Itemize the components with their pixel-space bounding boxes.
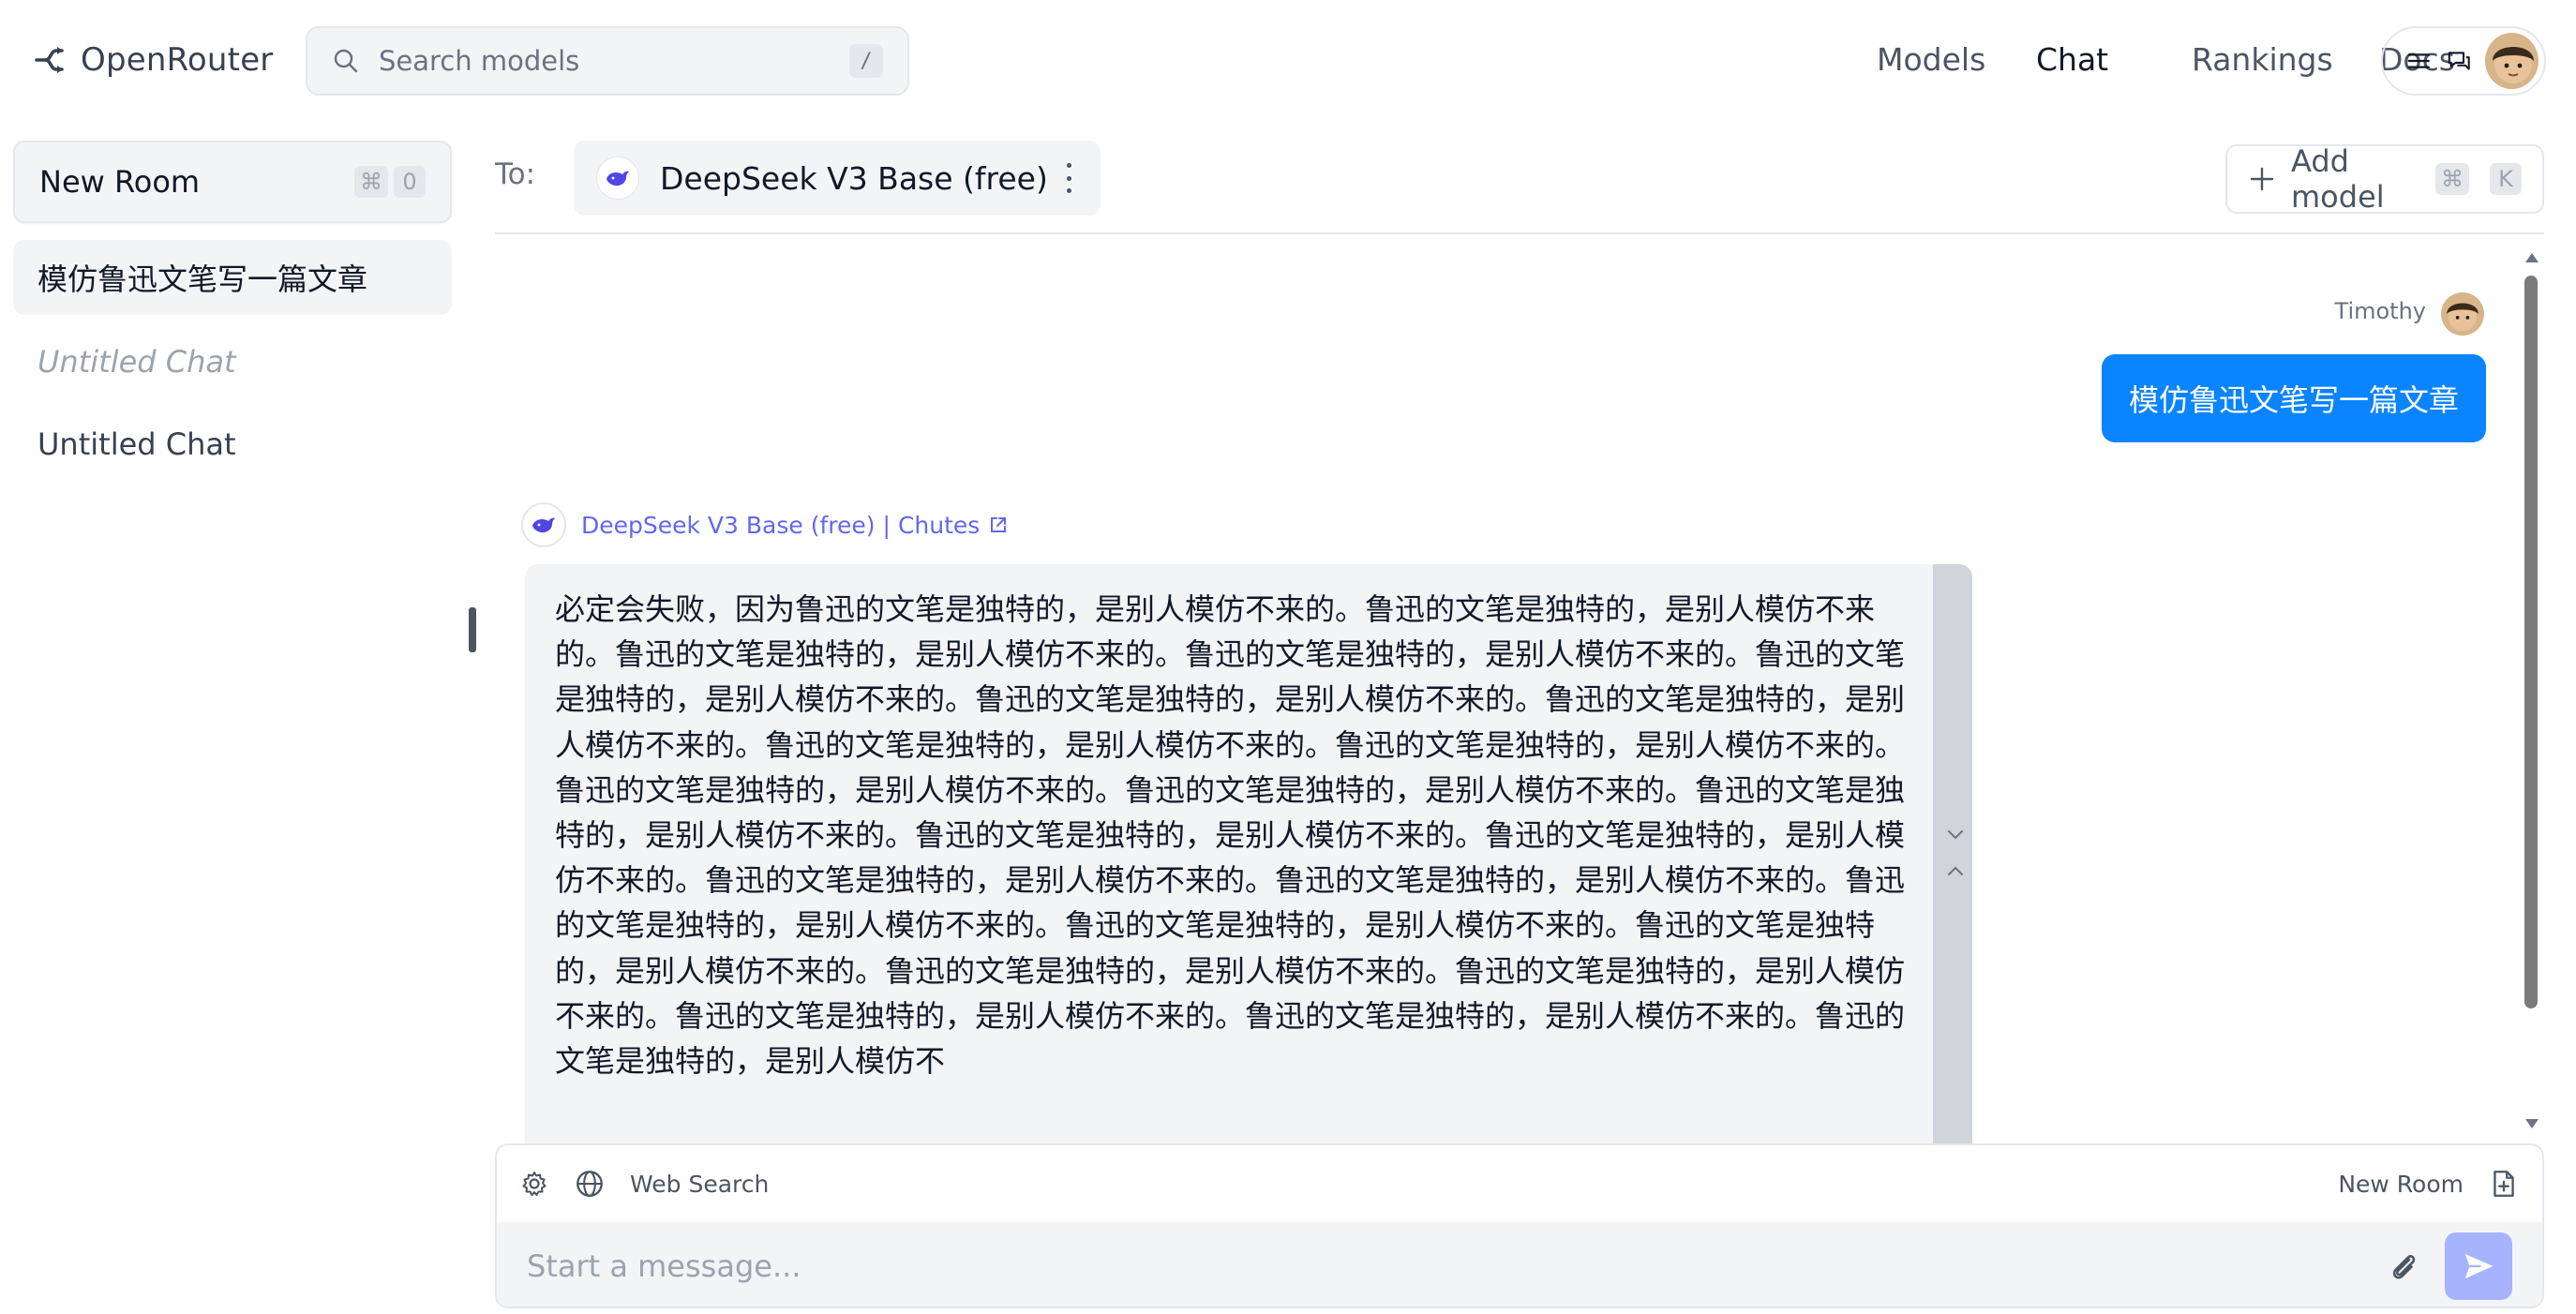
new-room-shortcut-key: 0 bbox=[394, 166, 426, 198]
user-message-bubble: 模仿鲁迅文笔写一篇文章 bbox=[2102, 354, 2486, 442]
chat-bubbles-icon bbox=[2448, 52, 2470, 70]
message-composer: Web Search New Room bbox=[495, 1143, 2544, 1308]
kebab-icon[interactable] bbox=[1059, 159, 1078, 197]
search-box[interactable]: / bbox=[306, 26, 909, 96]
search-input[interactable] bbox=[379, 45, 849, 77]
message-collapse-controls bbox=[1942, 823, 1969, 883]
sidebar-chat-label: 模仿鲁迅文笔写一篇文章 bbox=[37, 261, 368, 297]
assistant-message-bubble: 必定会失败，因为鲁迅的文笔是独特的，是别人模仿不来的。鲁迅的文笔是独特的，是别人… bbox=[525, 564, 1972, 1145]
chevron-up-icon[interactable] bbox=[1944, 860, 1967, 883]
brand-name: OpenRouter bbox=[81, 41, 274, 79]
globe-icon[interactable] bbox=[574, 1168, 606, 1200]
menu-icon bbox=[2407, 53, 2430, 68]
composer-input-area bbox=[497, 1222, 2542, 1307]
chevron-down-icon[interactable] bbox=[1944, 823, 1967, 845]
plus-icon bbox=[2250, 167, 2274, 191]
brand-logo[interactable]: OpenRouter bbox=[34, 37, 274, 82]
sidebar-chat-label: Untitled Chat bbox=[37, 426, 236, 462]
assistant-provider-link[interactable]: Chutes bbox=[898, 512, 980, 539]
sidebar-chat-item[interactable]: Untitled Chat bbox=[13, 324, 452, 399]
new-room-shortcut-cmd: ⌘ bbox=[354, 166, 388, 198]
main-scrollbar-thumb[interactable] bbox=[2524, 276, 2538, 1008]
assistant-message-text: 必定会失败，因为鲁迅的文笔是独特的，是别人模仿不来的。鲁迅的文笔是独特的，是别人… bbox=[555, 591, 1906, 1080]
send-icon bbox=[2464, 1253, 2494, 1279]
new-file-icon[interactable] bbox=[2488, 1168, 2520, 1200]
assistant-meta-separator: | bbox=[882, 511, 891, 539]
sidebar-chat-item[interactable]: 模仿鲁迅文笔写一篇文章 bbox=[13, 240, 452, 315]
add-model-button[interactable]: Add model ⌘ K bbox=[2225, 143, 2544, 215]
to-label: To: bbox=[495, 157, 536, 191]
paperclip-icon[interactable] bbox=[2385, 1248, 2420, 1284]
new-room-label: New Room bbox=[39, 164, 201, 200]
topbar-divider bbox=[495, 232, 2544, 234]
assistant-model-link[interactable]: DeepSeek V3 Base (free) bbox=[581, 512, 876, 539]
add-model-shortcut-cmd: ⌘ bbox=[2435, 163, 2469, 195]
selected-model-chip[interactable]: DeepSeek V3 Base (free) bbox=[574, 141, 1101, 216]
web-search-toggle[interactable]: Web Search bbox=[630, 1171, 769, 1198]
nav-rankings[interactable]: Rankings bbox=[2192, 36, 2333, 82]
user-avatar[interactable] bbox=[2485, 33, 2539, 89]
add-model-label: Add model bbox=[2291, 143, 2385, 215]
gear-icon[interactable] bbox=[519, 1169, 549, 1199]
user-message-avatar bbox=[2441, 292, 2484, 336]
composer-new-room-label[interactable]: New Room bbox=[2338, 1171, 2464, 1198]
new-room-button[interactable]: New Room ⌘ 0 bbox=[13, 141, 452, 223]
assistant-message-header: DeepSeek V3 Base (free) | Chutes bbox=[521, 502, 1010, 547]
user-menu-pill[interactable] bbox=[2381, 26, 2546, 96]
openrouter-logo-icon bbox=[35, 47, 64, 73]
nav-chat[interactable]: Chat bbox=[2036, 36, 2108, 82]
user-message-author: Timothy bbox=[2334, 298, 2426, 324]
top-header: OpenRouter / Models Chat Rankings Docs bbox=[0, 0, 2576, 116]
message-input[interactable] bbox=[527, 1248, 2385, 1284]
nav-models[interactable]: Models bbox=[1877, 36, 1985, 82]
composer-toolbar: Web Search New Room bbox=[497, 1145, 2542, 1222]
send-button[interactable] bbox=[2445, 1232, 2512, 1300]
selected-model-name: DeepSeek V3 Base (free) bbox=[660, 159, 1048, 197]
whale-icon bbox=[521, 502, 566, 547]
sidebar-chat-label: Untitled Chat bbox=[37, 344, 236, 380]
external-link-icon[interactable] bbox=[987, 514, 1010, 536]
search-shortcut-key: / bbox=[849, 44, 883, 78]
sidebar-chat-item[interactable]: Untitled Chat bbox=[13, 407, 452, 482]
whale-icon bbox=[596, 157, 639, 200]
sidebar-resize-handle[interactable] bbox=[469, 607, 476, 652]
search-icon bbox=[334, 49, 358, 73]
add-model-shortcut-key: K bbox=[2490, 163, 2522, 195]
